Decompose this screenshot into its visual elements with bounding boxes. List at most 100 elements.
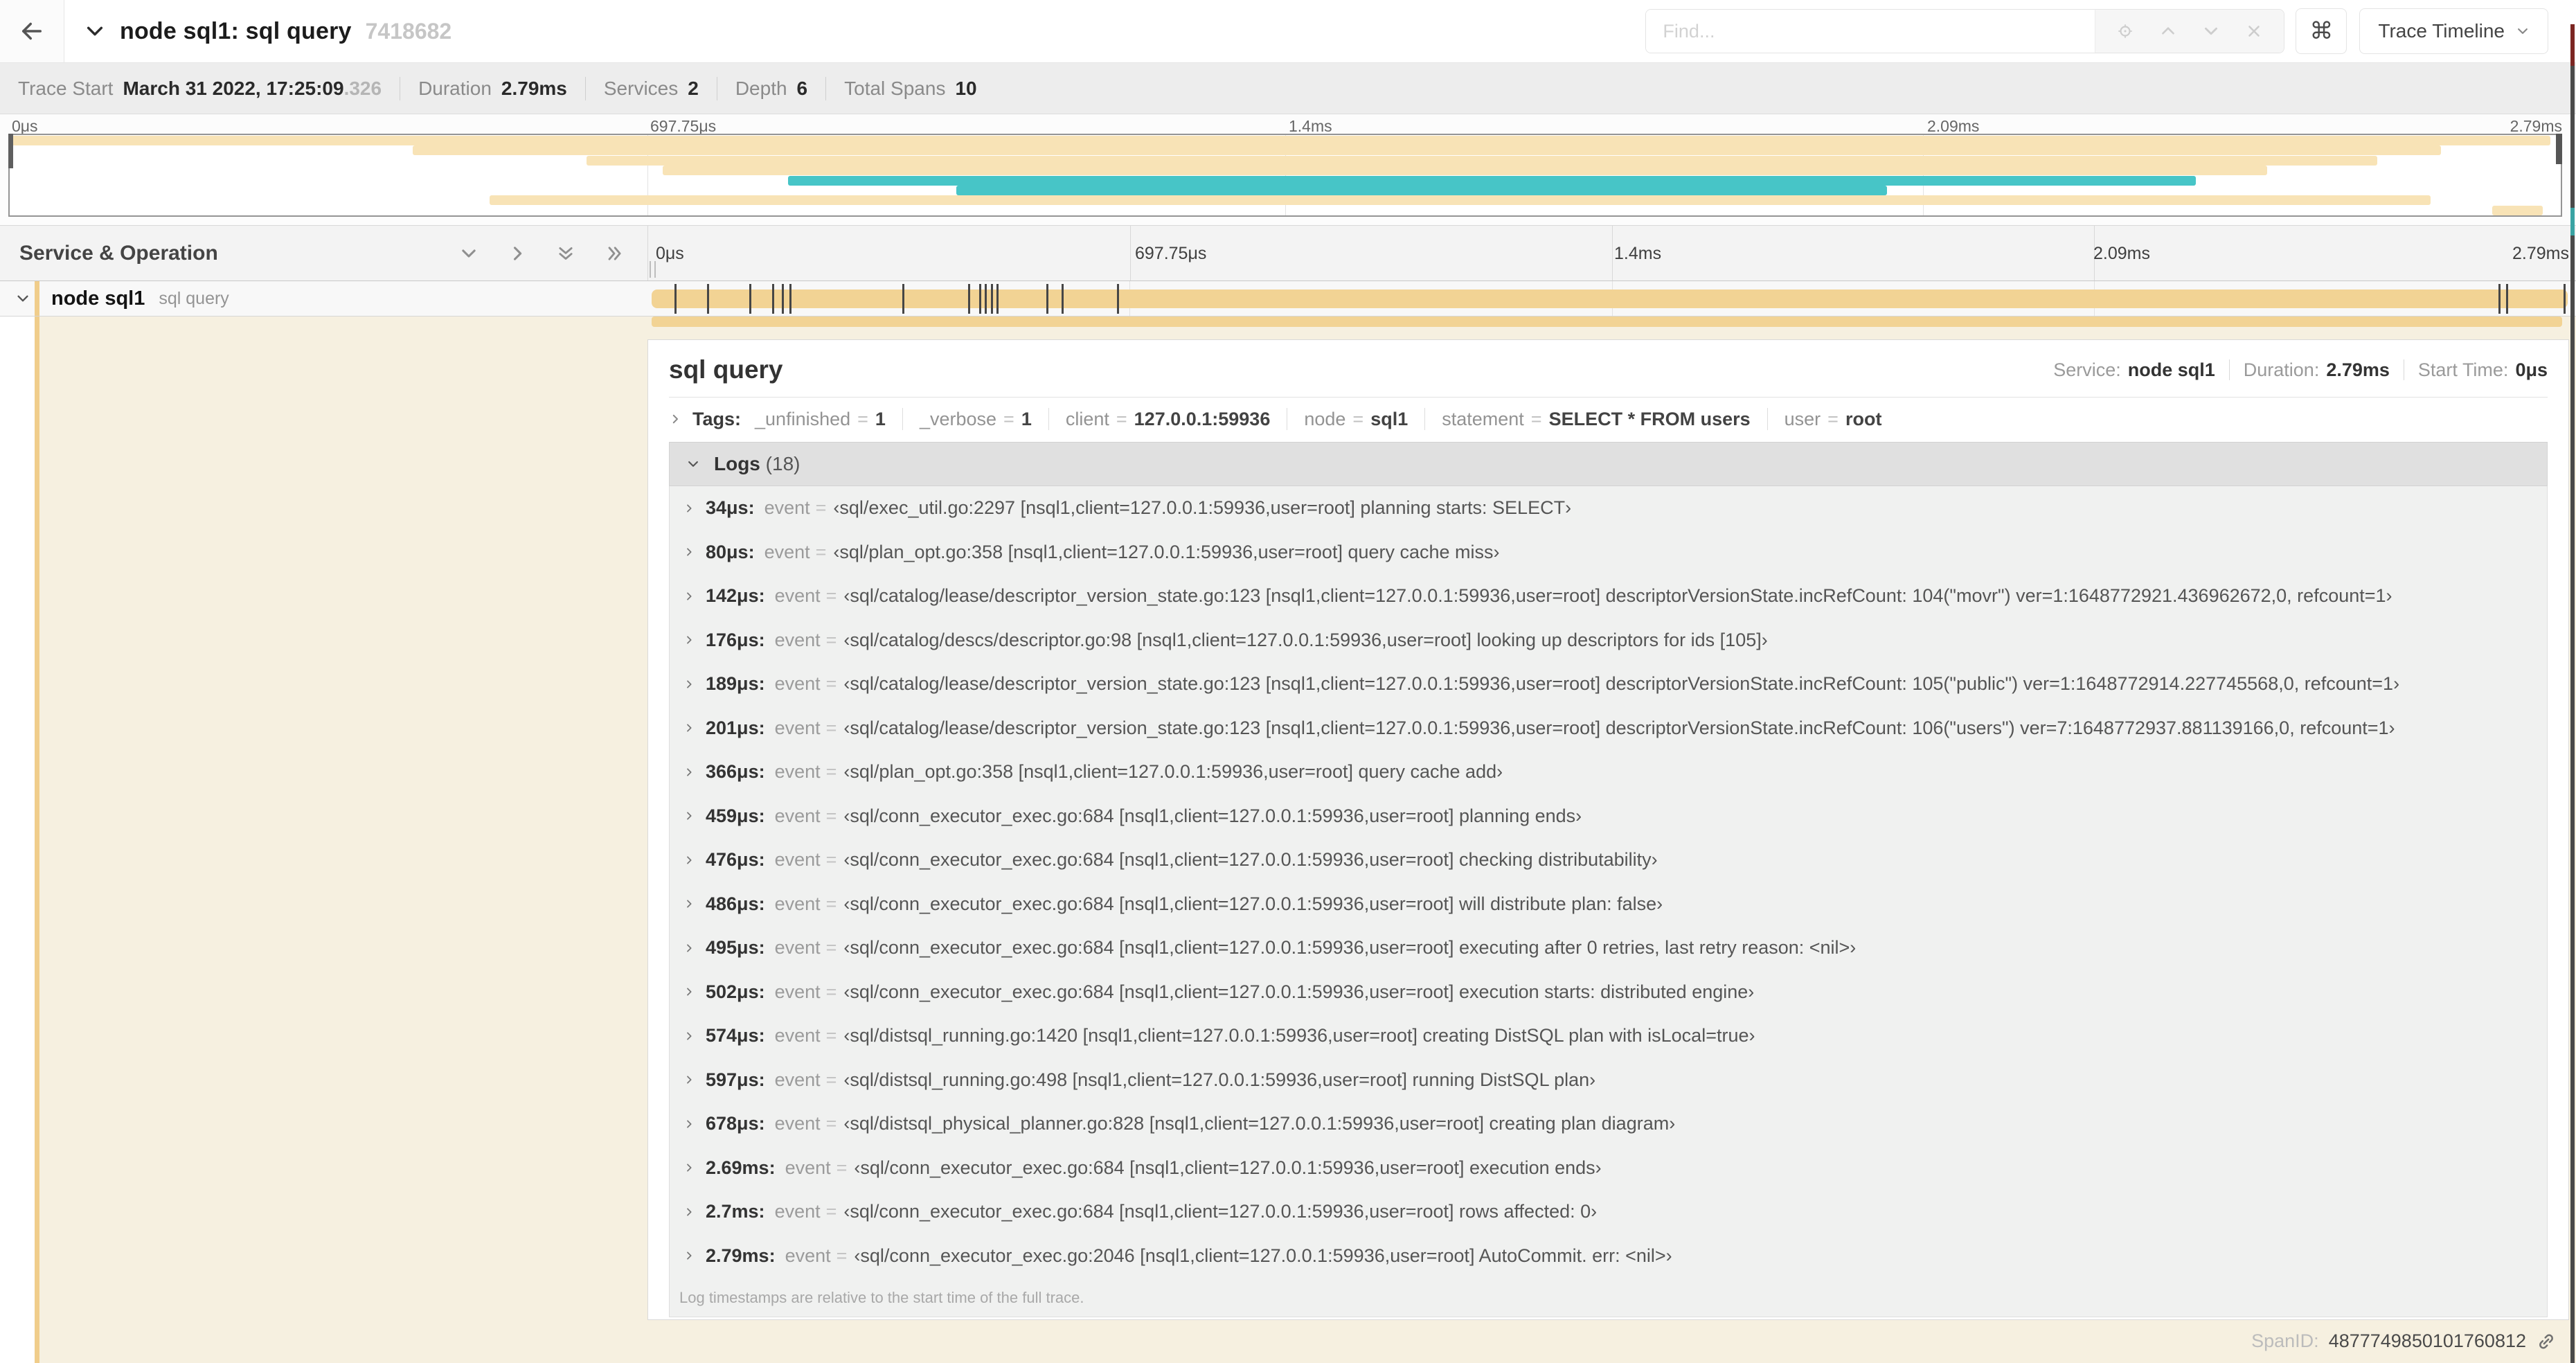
log-row[interactable]: 176μs: event = ‹sql/catalog/descs/descri… bbox=[670, 618, 2547, 663]
page-title: node sql1: sql query bbox=[120, 17, 352, 44]
span-duration-bar[interactable] bbox=[652, 289, 2568, 308]
chevron-right-icon[interactable] bbox=[683, 767, 695, 778]
chevron-right-icon[interactable] bbox=[669, 413, 681, 425]
span-id-row: SpanID: 4877749850101760812 bbox=[2251, 1330, 2557, 1352]
axis-tick-label: 2.79ms bbox=[2512, 244, 2569, 263]
log-timestamp: 2.79ms: bbox=[706, 1245, 776, 1266]
chevron-right-icon[interactable] bbox=[683, 810, 695, 821]
log-row[interactable]: 142μs: event = ‹sql/catalog/lease/descri… bbox=[670, 574, 2547, 618]
separator bbox=[1424, 408, 1426, 430]
log-tick bbox=[967, 284, 970, 314]
span-service-name: node sql1 bbox=[51, 287, 145, 310]
chevron-right-icon[interactable] bbox=[683, 591, 695, 602]
chevron-right-icon[interactable] bbox=[683, 1119, 695, 1130]
log-row[interactable]: 502μs: event = ‹sql/conn_executor_exec.g… bbox=[670, 970, 2547, 1015]
log-message: ‹sql/catalog/lease/descriptor_version_st… bbox=[843, 585, 2392, 607]
expand-one-icon[interactable] bbox=[508, 244, 527, 263]
log-row[interactable]: 476μs: event = ‹sql/conn_executor_exec.g… bbox=[670, 838, 2547, 882]
trace-view-selector[interactable]: Trace Timeline bbox=[2359, 8, 2548, 54]
axis-tick-label: 2.79ms bbox=[2510, 117, 2562, 135]
log-row[interactable]: 366μs: event = ‹sql/plan_opt.go:358 [nsq… bbox=[670, 750, 2547, 794]
axis-tick-label: 2.09ms bbox=[1927, 117, 1980, 135]
log-row[interactable]: 495μs: event = ‹sql/conn_executor_exec.g… bbox=[670, 926, 2547, 970]
chevron-right-icon[interactable] bbox=[683, 722, 695, 733]
tag-item[interactable]: statement = SELECT * FROM users bbox=[1442, 409, 1750, 430]
chevron-right-icon[interactable] bbox=[683, 986, 695, 997]
log-row[interactable]: 678μs: event = ‹sql/distsql_physical_pla… bbox=[670, 1102, 2547, 1146]
log-row[interactable]: 2.7ms: event = ‹sql/conn_executor_exec.g… bbox=[670, 1190, 2547, 1234]
collapse-all-icon[interactable] bbox=[556, 244, 575, 263]
log-message: ‹sql/catalog/lease/descriptor_version_st… bbox=[843, 717, 2395, 738]
span-meta: Service: node sql1 Duration: 2.79ms Start Ti… bbox=[2053, 359, 2548, 381]
log-timestamp: 459μs: bbox=[706, 805, 765, 826]
find-input[interactable] bbox=[1646, 10, 2095, 53]
minimap-right-drag-handle[interactable] bbox=[2556, 134, 2562, 164]
chevron-right-icon[interactable] bbox=[683, 546, 695, 558]
copy-link-icon[interactable] bbox=[2536, 1331, 2557, 1352]
tags-row[interactable]: Tags: _unfinished = 1 _verbose = 1 clien… bbox=[648, 398, 2568, 439]
log-equals: = bbox=[825, 981, 837, 1002]
minimap-span-bar bbox=[586, 155, 2377, 166]
span-timeline-cell[interactable] bbox=[647, 281, 2576, 316]
log-tick bbox=[772, 284, 775, 314]
log-row[interactable]: 597μs: event = ‹sql/distsql_running.go:4… bbox=[670, 1058, 2547, 1103]
chevron-right-icon[interactable] bbox=[683, 898, 695, 909]
back-button[interactable] bbox=[0, 0, 64, 62]
log-equals: = bbox=[825, 629, 837, 650]
log-tick bbox=[707, 284, 710, 314]
locate-match-icon[interactable] bbox=[2116, 22, 2134, 40]
summary-label: Duration bbox=[418, 77, 492, 99]
chevron-right-icon[interactable] bbox=[683, 1162, 695, 1173]
chevron-right-icon[interactable] bbox=[683, 1206, 695, 1218]
log-row[interactable]: 2.79ms: event = ‹sql/conn_executor_exec.… bbox=[670, 1234, 2547, 1279]
minimap-left-drag-handle[interactable] bbox=[8, 134, 13, 168]
log-row[interactable]: 80μs: event = ‹sql/plan_opt.go:358 [nsql… bbox=[670, 531, 2547, 575]
next-match-icon[interactable] bbox=[2202, 22, 2220, 40]
log-row[interactable]: 189μs: event = ‹sql/catalog/lease/descri… bbox=[670, 662, 2547, 706]
service-operation-header: Service & Operation bbox=[0, 226, 656, 280]
chevron-right-icon[interactable] bbox=[683, 1031, 695, 1042]
log-row[interactable]: 2.69ms: event = ‹sql/conn_executor_exec.… bbox=[670, 1146, 2547, 1191]
chevron-down-icon[interactable] bbox=[15, 291, 30, 306]
clear-find-icon[interactable] bbox=[2245, 22, 2263, 40]
logs-rows: 34μs: event = ‹sql/exec_util.go:2297 [ns… bbox=[670, 486, 2547, 1278]
chevron-right-icon[interactable] bbox=[683, 1074, 695, 1085]
log-row[interactable]: 486μs: event = ‹sql/conn_executor_exec.g… bbox=[670, 882, 2547, 927]
collapse-one-icon[interactable] bbox=[459, 244, 478, 263]
log-row[interactable]: 574μs: event = ‹sql/distsql_running.go:1… bbox=[670, 1014, 2547, 1058]
chevron-right-icon[interactable] bbox=[683, 855, 695, 866]
chevron-right-icon[interactable] bbox=[683, 943, 695, 954]
logs-header[interactable]: Logs (18) bbox=[669, 442, 2548, 486]
tag-item[interactable]: _unfinished = 1 bbox=[755, 409, 886, 430]
log-tick bbox=[2564, 284, 2566, 314]
chevron-right-icon[interactable] bbox=[683, 634, 695, 645]
tag-item[interactable]: user = root bbox=[1785, 409, 1882, 430]
span-name-cell[interactable]: node sql1 sql query bbox=[0, 281, 647, 316]
detail-span-bar bbox=[652, 317, 2562, 327]
chevron-down-icon[interactable] bbox=[84, 20, 106, 42]
tag-item[interactable]: client = 127.0.0.1:59936 bbox=[1066, 409, 1271, 430]
span-row[interactable]: node sql1 sql query bbox=[0, 281, 2576, 317]
log-row[interactable]: 34μs: event = ‹sql/exec_util.go:2297 [ns… bbox=[670, 486, 2547, 531]
separator bbox=[1766, 408, 1768, 430]
summary-item: Depth 6 bbox=[717, 78, 825, 100]
chevron-right-icon[interactable] bbox=[683, 503, 695, 514]
prev-match-icon[interactable] bbox=[2159, 22, 2177, 40]
minimap-canvas[interactable] bbox=[8, 134, 2562, 217]
summary-label: Depth bbox=[735, 77, 787, 99]
tag-item[interactable]: node = sql1 bbox=[1304, 409, 1408, 430]
log-row[interactable]: 459μs: event = ‹sql/conn_executor_exec.g… bbox=[670, 794, 2547, 839]
chevron-down-icon[interactable] bbox=[686, 457, 700, 471]
chevron-right-icon[interactable] bbox=[683, 1250, 695, 1261]
meta-value: 2.79ms bbox=[2326, 359, 2390, 380]
minimap-span-bar bbox=[10, 136, 2551, 145]
log-field-key: event bbox=[774, 717, 821, 738]
summary-value: 2.79ms bbox=[501, 77, 567, 99]
chevron-right-icon[interactable] bbox=[683, 679, 695, 690]
keyboard-shortcuts-button[interactable]: ⌘ bbox=[2296, 8, 2347, 54]
log-row[interactable]: 201μs: event = ‹sql/catalog/lease/descri… bbox=[670, 706, 2547, 751]
column-resize-grip[interactable] bbox=[650, 261, 656, 278]
expand-all-icon[interactable] bbox=[605, 244, 624, 263]
tag-item[interactable]: _verbose = 1 bbox=[920, 409, 1032, 430]
log-tick bbox=[674, 284, 677, 314]
